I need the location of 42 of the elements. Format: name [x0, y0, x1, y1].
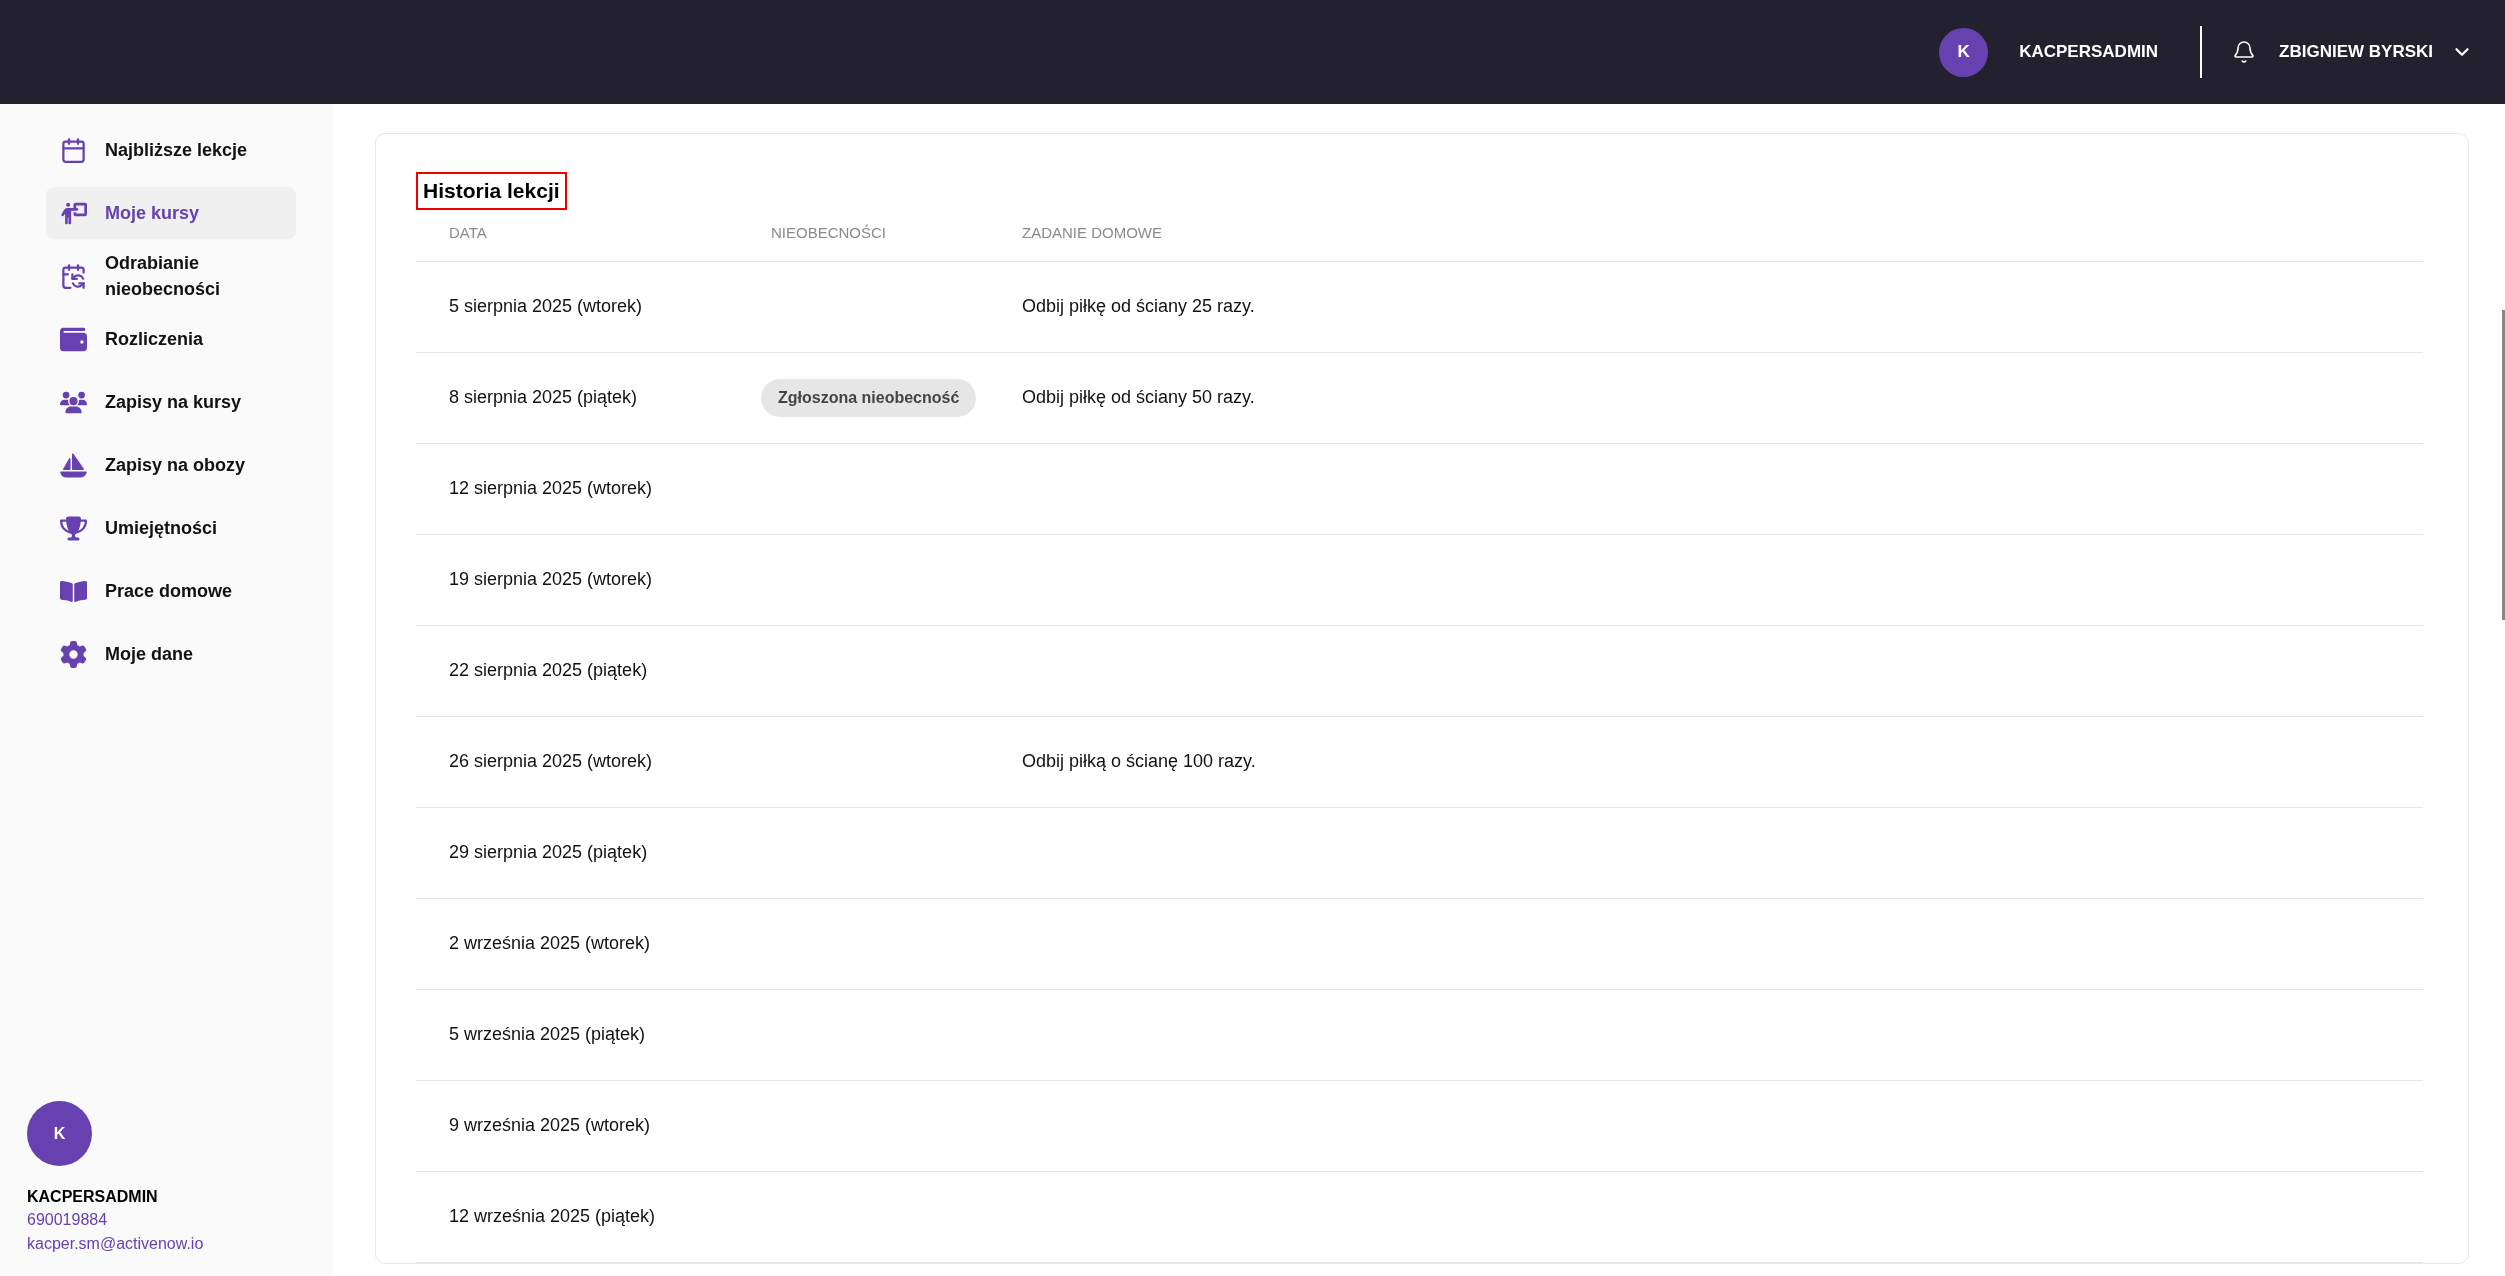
sidebar-item[interactable]: Odrabianie nieobecności [46, 250, 296, 302]
table-cell-text: Odbij piłką o ścianę 100 razy. [1022, 750, 1256, 773]
table-cell-text: 22 sierpnia 2025 (piątek) [449, 659, 649, 682]
table-cell-text: 2 września 2025 (wtorek) [449, 932, 652, 955]
sidebar-item[interactable]: Moje dane [46, 628, 296, 680]
column-header: ZADANIE DOMOWE [1022, 222, 1162, 243]
table-cell-text: 9 września 2025 (wtorek) [449, 1114, 652, 1137]
table-cell-text: 26 sierpnia 2025 (wtorek) [449, 750, 654, 773]
absence-badge: Zgłoszona nieobecność [761, 378, 977, 417]
table-cell-text: 12 września 2025 (piątek) [449, 1205, 657, 1228]
sailboat-icon [60, 451, 87, 479]
table-cell-text: 8 sierpnia 2025 (piątek) [449, 386, 639, 409]
sidebar-item[interactable]: Zapisy na obozy [46, 439, 296, 491]
wallet-icon [60, 325, 87, 353]
column-header: DATA [449, 222, 488, 243]
user-avatar: K [27, 1101, 92, 1166]
section-title: Historia lekcji [416, 172, 567, 210]
sidebar-item[interactable]: Prace domowe [46, 565, 296, 617]
avatar[interactable]: K [1939, 27, 1989, 77]
sidebar-item[interactable]: Moje kursy [46, 187, 296, 239]
column-header: NIEOBECNOŚCI [771, 222, 888, 243]
phone-link[interactable]: 690019884 [27, 1208, 333, 1232]
table-cell-text: Odbij piłkę od ściany 25 razy. [1022, 295, 1255, 318]
table-cell-text: 5 sierpnia 2025 (wtorek) [449, 295, 644, 318]
user-name: KACPERSADMIN [27, 1187, 159, 1207]
sidebar-item[interactable]: Najbliższe lekcje [46, 124, 296, 176]
table-cell-text: Odbij piłkę od ściany 50 razy. [1022, 386, 1255, 409]
calendar-refresh-icon [60, 262, 87, 290]
table-cell-text: 29 sierpnia 2025 (piątek) [449, 841, 649, 864]
sidebar-item[interactable]: Umiejętności [46, 502, 296, 554]
calendar-icon [60, 136, 87, 164]
table-cell-text: 19 sierpnia 2025 (wtorek) [449, 568, 654, 591]
notification-bell-icon[interactable] [2232, 39, 2257, 65]
email-link[interactable]: kacper.sm@activenow.io [27, 1232, 333, 1256]
table-cell-text: 12 sierpnia 2025 (wtorek) [449, 477, 654, 500]
settings-icon [60, 640, 87, 668]
sidebar-item[interactable]: Zapisy na kursy [46, 376, 296, 428]
sidebar-item[interactable]: Rozliczenia [46, 313, 296, 365]
trophy-icon [60, 514, 87, 542]
account-menu-button[interactable]: ZBIGNIEW BYRSKI [2279, 39, 2473, 65]
username: KACPERSADMIN [2019, 41, 2159, 64]
table-cell-text: 5 września 2025 (piątek) [449, 1023, 647, 1046]
